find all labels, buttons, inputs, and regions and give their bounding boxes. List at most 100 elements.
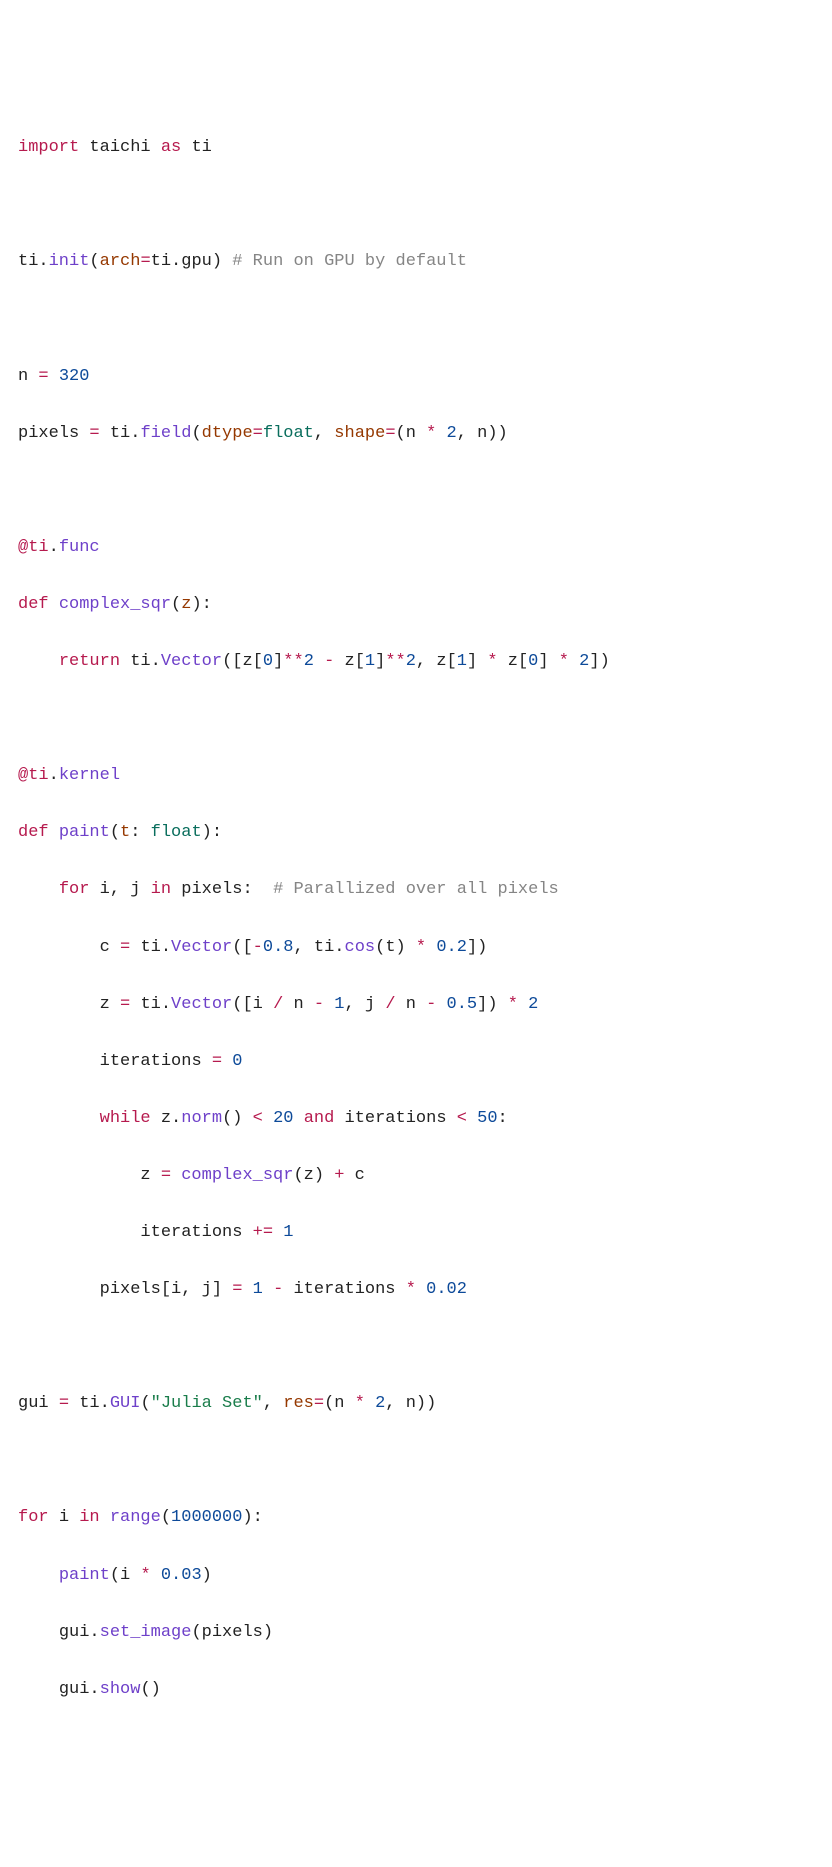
paren: ( xyxy=(293,1166,303,1185)
variable: pixels xyxy=(202,1623,263,1642)
variable: pixels xyxy=(100,1280,161,1299)
bracket: ] xyxy=(273,652,283,671)
number: 1000000 xyxy=(171,1508,242,1527)
code-line: z = complex_sqr(z) + c xyxy=(18,1162,814,1191)
code-line-blank xyxy=(18,705,814,734)
code-line-blank xyxy=(18,1447,814,1476)
variable: gui xyxy=(59,1623,90,1642)
variable: iterations xyxy=(140,1223,242,1242)
identifier: ti xyxy=(140,995,160,1014)
operator: ** xyxy=(385,652,405,671)
keyword-while: while xyxy=(100,1109,151,1128)
code-line: import taichi as ti xyxy=(18,134,814,163)
operator: + xyxy=(334,1166,344,1185)
bracket: [ xyxy=(161,1280,171,1299)
function-def: paint xyxy=(59,823,110,842)
function-call: Vector xyxy=(161,652,222,671)
bracket: ] xyxy=(375,652,385,671)
number: 1 xyxy=(253,1280,263,1299)
variable: iterations xyxy=(100,1052,202,1071)
colon: : xyxy=(242,880,252,899)
code-line: gui.show() xyxy=(18,1676,814,1705)
paren: ) xyxy=(416,1394,426,1413)
code-line: pixels[i, j] = 1 - iterations * 0.02 xyxy=(18,1276,814,1305)
operator: - xyxy=(273,1280,283,1299)
dot: . xyxy=(89,1680,99,1699)
code-line: @ti.kernel xyxy=(18,762,814,791)
paren: ( xyxy=(140,1394,150,1413)
operator: * xyxy=(487,652,497,671)
decorator: @ti xyxy=(18,766,49,785)
operator: += xyxy=(253,1223,273,1242)
operator: * xyxy=(559,652,569,671)
variable: n xyxy=(477,424,487,443)
bracket: ] xyxy=(212,1280,222,1299)
function-call: field xyxy=(140,424,191,443)
param-name: arch xyxy=(100,252,141,271)
function-call: paint xyxy=(59,1566,110,1585)
dot: . xyxy=(38,252,48,271)
code-line: iterations += 1 xyxy=(18,1219,814,1248)
number: 2 xyxy=(528,995,538,1014)
number: 0.5 xyxy=(447,995,478,1014)
module-name: taichi xyxy=(89,138,150,157)
variable: z xyxy=(508,652,518,671)
operator: = xyxy=(161,1166,171,1185)
operator: = xyxy=(212,1052,222,1071)
builtin: range xyxy=(110,1508,161,1527)
dot: . xyxy=(49,538,59,557)
variable: n xyxy=(334,1394,344,1413)
variable: j xyxy=(202,1280,212,1299)
identifier: ti xyxy=(18,252,38,271)
code-line: while z.norm() < 20 and iterations < 50: xyxy=(18,1105,814,1134)
type: float xyxy=(263,424,314,443)
paren: ( xyxy=(110,1566,120,1585)
dot: . xyxy=(130,424,140,443)
decorator-name: kernel xyxy=(59,766,120,785)
code-line: pixels = ti.field(dtype=float, shape=(n … xyxy=(18,420,814,449)
variable: c xyxy=(355,1166,365,1185)
colon: : xyxy=(498,1109,508,1128)
operator: = xyxy=(232,1280,242,1299)
operator: * xyxy=(426,424,436,443)
bracket: ]) xyxy=(589,652,609,671)
operator: < xyxy=(457,1109,467,1128)
number: 50 xyxy=(477,1109,497,1128)
paren: ( xyxy=(191,1623,201,1642)
variable: z xyxy=(242,652,252,671)
code-line: @ti.func xyxy=(18,534,814,563)
variable: iterations xyxy=(345,1109,447,1128)
paren: ( xyxy=(110,823,120,842)
colon: : xyxy=(130,823,140,842)
comment: # Run on GPU by default xyxy=(232,252,467,271)
code-line: for i, j in pixels: # Parallized over al… xyxy=(18,876,814,905)
variable: z xyxy=(436,652,446,671)
number: 0 xyxy=(263,652,273,671)
param-name: dtype xyxy=(202,424,253,443)
param: z xyxy=(181,595,191,614)
number: 1 xyxy=(283,1223,293,1242)
function-def: complex_sqr xyxy=(59,595,171,614)
bracket: ([ xyxy=(232,995,252,1014)
variable: gui xyxy=(18,1394,49,1413)
comma: , xyxy=(314,424,324,443)
operator: - xyxy=(314,995,324,1014)
variable: n xyxy=(406,995,416,1014)
variable: z xyxy=(140,1166,150,1185)
number: 1 xyxy=(334,995,344,1014)
number: 1 xyxy=(365,652,375,671)
paren: ): xyxy=(191,595,211,614)
operator: * xyxy=(508,995,518,1014)
number: 2 xyxy=(375,1394,385,1413)
keyword-and: and xyxy=(304,1109,335,1128)
paren: ) xyxy=(498,424,508,443)
bracket: [ xyxy=(518,652,528,671)
operator: = xyxy=(385,424,395,443)
number: 0 xyxy=(232,1052,242,1071)
number: 0 xyxy=(528,652,538,671)
number: 320 xyxy=(59,367,90,386)
dot: . xyxy=(171,1109,181,1128)
comment: # Parallized over all pixels xyxy=(273,880,559,899)
code-line: return ti.Vector([z[0]**2 - z[1]**2, z[1… xyxy=(18,648,814,677)
variable: z xyxy=(345,652,355,671)
